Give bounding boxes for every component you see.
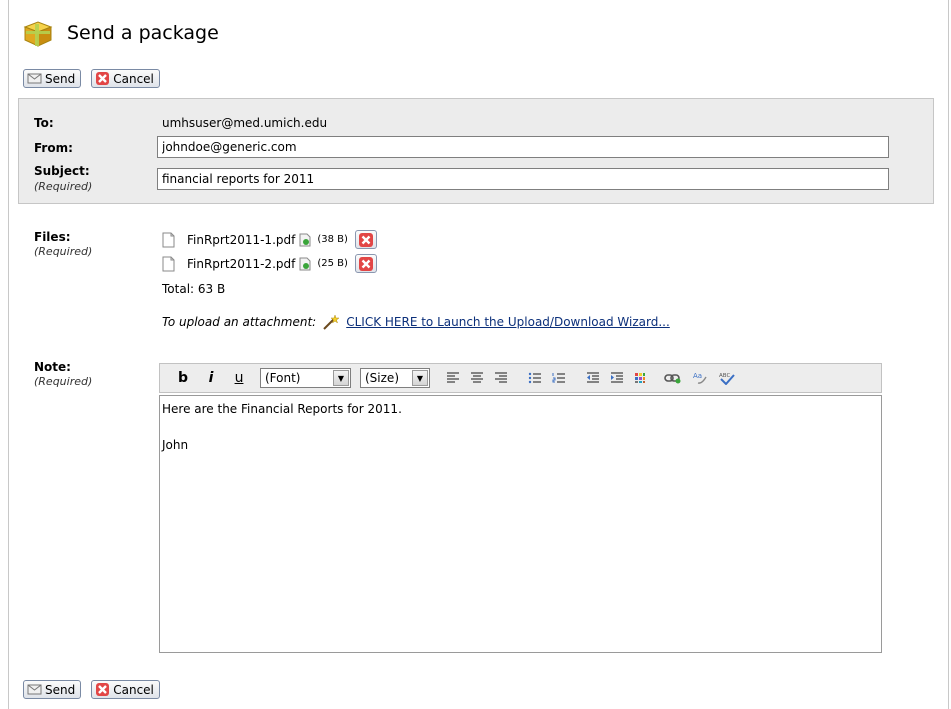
files-required-note: (Required) xyxy=(34,245,93,258)
cancel-button[interactable]: Cancel xyxy=(91,680,160,699)
delete-file-button[interactable] xyxy=(354,230,377,249)
svg-text:Aa: Aa xyxy=(693,372,702,380)
svg-text:ABC: ABC xyxy=(719,373,730,379)
envelope-icon xyxy=(27,684,42,695)
spellcheck-icon[interactable]: Aa xyxy=(692,371,708,385)
align-left-icon[interactable] xyxy=(446,372,460,384)
cancel-button[interactable]: Cancel xyxy=(91,69,160,88)
subject-required-note: (Required) xyxy=(34,180,93,193)
color-palette-icon[interactable] xyxy=(634,372,646,384)
files-label: Files: xyxy=(34,230,71,244)
send-label: Send xyxy=(45,71,76,86)
note-line: Here are the Financial Reports for 2011. xyxy=(162,402,402,416)
abc-check-icon[interactable]: ABC xyxy=(718,371,736,385)
download-file-icon[interactable] xyxy=(299,233,311,247)
red-x-icon xyxy=(358,232,373,247)
red-x-icon xyxy=(96,72,110,85)
envelope-icon xyxy=(27,73,42,84)
indent-icon[interactable] xyxy=(610,372,624,384)
red-x-icon xyxy=(358,256,373,271)
note-label: Note: xyxy=(34,360,71,374)
to-value: umhsuser@med.umich.edu xyxy=(162,116,328,130)
cancel-label: Cancel xyxy=(113,71,154,86)
file-size: (38 B) xyxy=(317,234,348,245)
red-x-icon xyxy=(96,683,110,696)
note-editor[interactable]: Here are the Financial Reports for 2011.… xyxy=(159,395,882,653)
numbered-list-icon[interactable] xyxy=(552,372,566,384)
to-label: To: xyxy=(34,116,54,130)
note-line: John xyxy=(162,438,189,452)
font-select-value: (Font) xyxy=(265,371,301,385)
subject-field[interactable] xyxy=(157,168,889,190)
note-line xyxy=(162,418,879,436)
send-button[interactable]: Send xyxy=(23,69,82,88)
bullet-list-icon[interactable] xyxy=(528,372,542,384)
align-right-icon[interactable] xyxy=(494,372,508,384)
files-total: Total: 63 B xyxy=(162,282,226,296)
magic-wand-icon xyxy=(323,314,340,330)
package-icon xyxy=(23,21,53,47)
italic-button[interactable]: i xyxy=(200,370,222,386)
size-select-value: (Size) xyxy=(365,371,399,385)
chevron-down-icon: ▼ xyxy=(333,370,349,386)
size-select[interactable]: (Size) ▼ xyxy=(360,368,430,388)
link-icon[interactable] xyxy=(664,372,682,384)
delete-file-button[interactable] xyxy=(354,254,377,273)
document-icon xyxy=(162,232,175,247)
file-name: FinRprt2011-1.pdf xyxy=(187,232,296,247)
align-center-icon[interactable] xyxy=(470,372,484,384)
subject-label: Subject: xyxy=(34,164,90,178)
page-title: Send a package xyxy=(67,22,219,44)
file-item: FinRprt2011-2.pdf (25 B) xyxy=(162,254,377,273)
editor-toolbar: b i u (Font) ▼ (Size) ▼ Aa ABC xyxy=(159,363,882,393)
file-name: FinRprt2011-2.pdf xyxy=(187,256,296,271)
note-required-note: (Required) xyxy=(34,375,93,388)
send-label: Send xyxy=(45,682,76,697)
upload-row: To upload an attachment: CLICK HERE to L… xyxy=(162,314,670,330)
chevron-down-icon: ▼ xyxy=(412,370,428,386)
bold-button[interactable]: b xyxy=(172,370,194,386)
file-size: (25 B) xyxy=(317,258,348,269)
file-item: FinRprt2011-1.pdf (38 B) xyxy=(162,230,377,249)
send-button[interactable]: Send xyxy=(23,680,82,699)
bottom-button-bar: Send Cancel xyxy=(23,680,160,699)
download-file-icon[interactable] xyxy=(299,257,311,271)
from-field[interactable] xyxy=(157,136,889,158)
upload-wizard-link[interactable]: CLICK HERE to Launch the Upload/Download… xyxy=(346,315,670,329)
upload-prompt: To upload an attachment: xyxy=(162,315,317,329)
from-label: From: xyxy=(34,141,73,155)
top-button-bar: Send Cancel xyxy=(23,69,160,88)
page-header: Send a package xyxy=(23,18,219,48)
document-icon xyxy=(162,256,175,271)
cancel-label: Cancel xyxy=(113,682,154,697)
underline-button[interactable]: u xyxy=(228,370,250,386)
outdent-icon[interactable] xyxy=(586,372,600,384)
font-select[interactable]: (Font) ▼ xyxy=(260,368,351,388)
